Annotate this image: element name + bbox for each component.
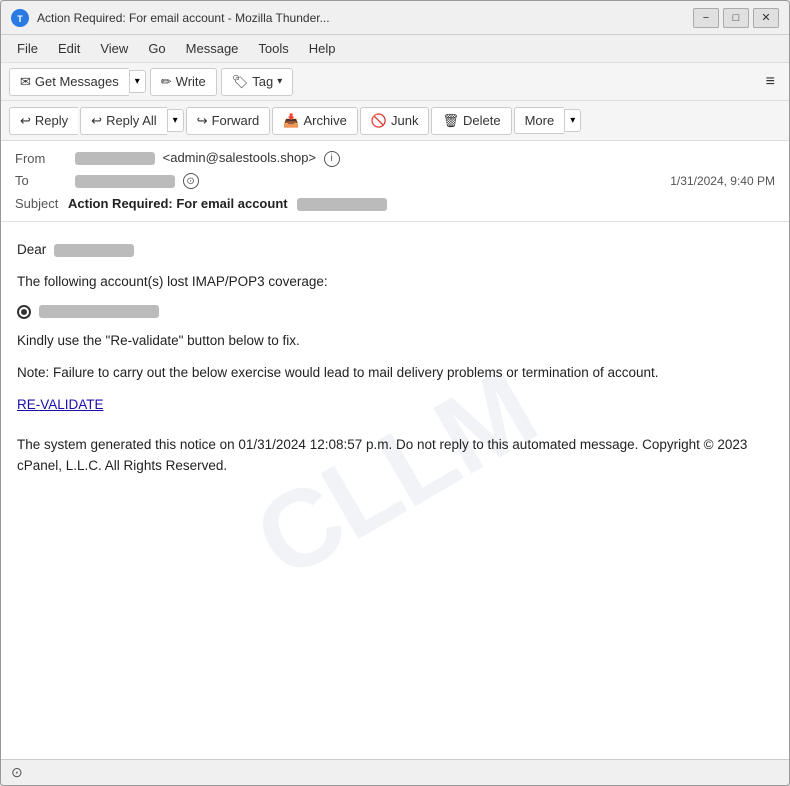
junk-label: Junk — [391, 113, 418, 128]
reply-all-label: Reply All — [106, 113, 157, 128]
svg-text:T: T — [17, 14, 23, 24]
email-header: From <admin@salestools.shop> i To ⊙ 1/31… — [1, 141, 789, 222]
email-body: CLLM Dear The following account(s) lost … — [1, 222, 789, 759]
more-dropdown[interactable]: ▾ — [564, 109, 581, 132]
junk-button[interactable]: 🚫 Junk — [360, 107, 430, 135]
from-email: <admin@salestools.shop> — [163, 150, 316, 165]
tag-button[interactable]: 🏷 Tag ▾ — [221, 68, 294, 96]
menu-message[interactable]: Message — [178, 38, 247, 59]
junk-icon: 🚫 — [371, 113, 387, 129]
from-name-redacted — [75, 152, 155, 165]
menubar: File Edit View Go Message Tools Help — [1, 35, 789, 63]
tag-icon: 🏷 — [232, 74, 249, 90]
greeting-paragraph: Dear — [17, 240, 773, 260]
titlebar: T Action Required: For email account - M… — [1, 1, 789, 35]
menu-help[interactable]: Help — [301, 38, 344, 59]
maximize-button[interactable]: □ — [723, 8, 749, 28]
action-toolbar: ↩ Reply ↩ Reply All ▾ ↪ Forward 📥 Archiv… — [1, 101, 789, 141]
menu-edit[interactable]: Edit — [50, 38, 88, 59]
revalidate-link-para: RE-VALIDATE — [17, 395, 773, 415]
window-controls: − □ ✕ — [693, 8, 779, 28]
reply-all-icon: ↩ — [91, 113, 102, 129]
archive-button[interactable]: 📥 Archive — [272, 107, 358, 135]
subject-row: Subject Action Required: For email accou… — [15, 192, 775, 215]
to-label: To — [15, 173, 75, 188]
forward-icon: ↪ — [197, 113, 208, 129]
greeting-text: Dear — [17, 242, 46, 257]
get-messages-group: ✉ Get Messages ▾ — [9, 68, 146, 96]
menu-tools[interactable]: Tools — [250, 38, 296, 59]
reply-all-dropdown[interactable]: ▾ — [167, 109, 184, 132]
main-window: T Action Required: For email account - M… — [0, 0, 790, 786]
statusbar: ⊙ — [1, 759, 789, 785]
reply-all-button[interactable]: ↩ Reply All — [80, 107, 166, 135]
from-label: From — [15, 151, 75, 166]
revalidate-para: Kindly use the "Re-validate" button belo… — [17, 331, 773, 351]
more-button[interactable]: More — [514, 107, 565, 134]
minimize-button[interactable]: − — [693, 8, 719, 28]
security-icon[interactable]: i — [324, 151, 340, 167]
hamburger-menu[interactable]: ≡ — [760, 69, 781, 95]
radio-icon — [17, 305, 31, 319]
envelope-icon: ✉ — [20, 74, 31, 90]
to-value: ⊙ — [75, 173, 670, 190]
account-redacted — [39, 305, 159, 318]
tag-dropdown-icon: ▾ — [277, 76, 282, 87]
get-messages-dropdown[interactable]: ▾ — [129, 70, 146, 93]
to-row: To ⊙ 1/31/2024, 9:40 PM — [15, 170, 775, 193]
to-security-icon[interactable]: ⊙ — [183, 173, 199, 189]
to-name-redacted — [75, 175, 175, 188]
email-date: 1/31/2024, 9:40 PM — [670, 174, 775, 188]
main-toolbar: ✉ Get Messages ▾ ✏ Write 🏷 Tag ▾ ≡ — [1, 63, 789, 101]
close-button[interactable]: ✕ — [753, 8, 779, 28]
menu-view[interactable]: View — [92, 38, 136, 59]
status-icon: ⊙ — [11, 764, 23, 781]
get-messages-button[interactable]: ✉ Get Messages — [9, 68, 129, 96]
revalidate-link[interactable]: RE-VALIDATE — [17, 397, 104, 412]
reply-icon: ↩ — [20, 113, 31, 129]
write-icon: ✏ — [161, 74, 172, 90]
reply-button[interactable]: ↩ Reply — [9, 107, 78, 135]
from-row: From <admin@salestools.shop> i — [15, 147, 775, 170]
reply-all-group: ↩ Reply All ▾ — [80, 107, 184, 135]
delete-button[interactable]: 🗑 Delete — [431, 107, 511, 135]
forward-button[interactable]: ↪ Forward — [186, 107, 271, 135]
archive-icon: 📥 — [283, 113, 299, 129]
forward-label: Forward — [212, 113, 260, 128]
delete-label: Delete — [463, 113, 501, 128]
from-value: <admin@salestools.shop> i — [75, 150, 775, 167]
window-title: Action Required: For email account - Moz… — [37, 11, 685, 25]
imap-paragraph: The following account(s) lost IMAP/POP3 … — [17, 272, 773, 292]
greeting-name-redacted — [54, 244, 134, 257]
reply-label: Reply — [35, 113, 68, 128]
subject-text: Action Required: For email account — [68, 196, 288, 211]
reply-group: ↩ Reply — [9, 107, 78, 135]
more-label: More — [525, 113, 555, 128]
menu-file[interactable]: File — [9, 38, 46, 59]
app-icon: T — [11, 9, 29, 27]
footer-paragraph: The system generated this notice on 01/3… — [17, 435, 773, 476]
account-item — [17, 305, 773, 319]
more-group: More ▾ — [514, 107, 582, 134]
delete-icon: 🗑 — [442, 113, 459, 129]
get-messages-label: Get Messages — [35, 74, 119, 89]
tag-label: Tag — [252, 74, 273, 89]
archive-label: Archive — [303, 113, 346, 128]
subject-label: Subject — [15, 196, 58, 211]
write-button[interactable]: ✏ Write — [150, 68, 217, 96]
menu-go[interactable]: Go — [140, 38, 173, 59]
subject-redacted — [297, 198, 387, 211]
write-label: Write — [176, 74, 206, 89]
note-paragraph: Note: Failure to carry out the below exe… — [17, 363, 773, 383]
